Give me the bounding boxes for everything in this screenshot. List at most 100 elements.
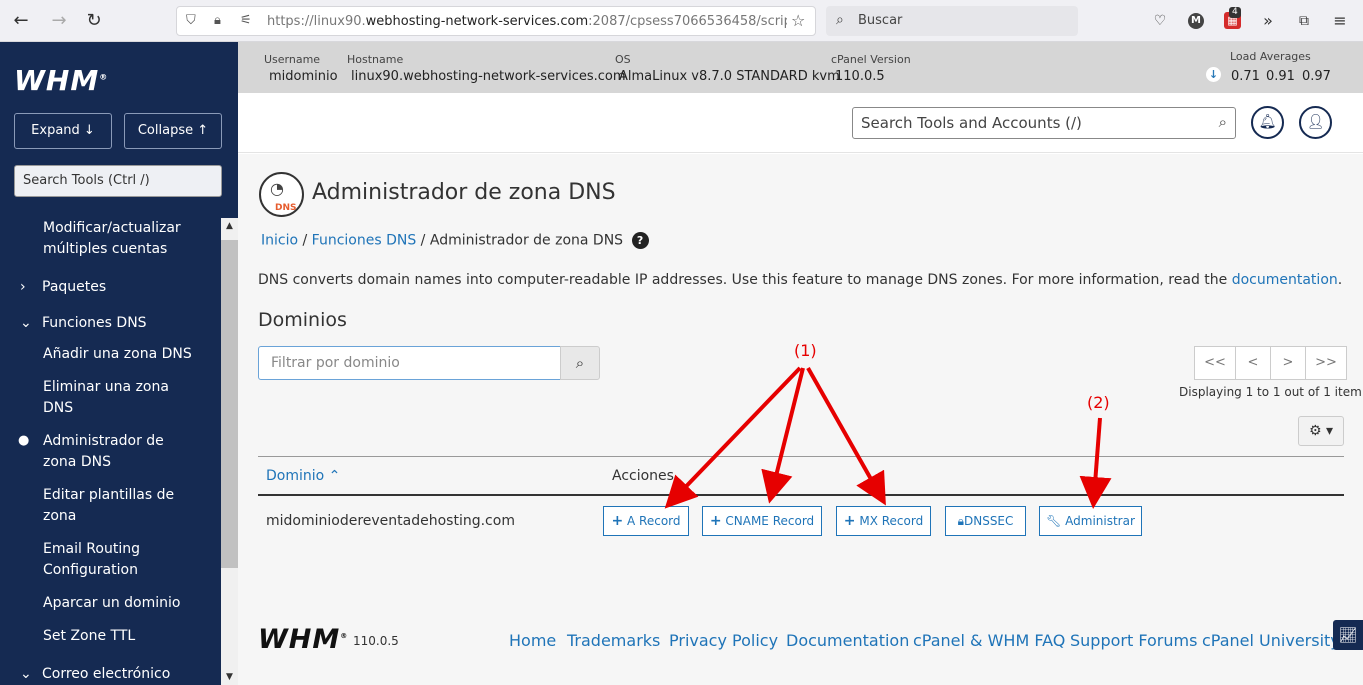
address-bar[interactable]: ⛉ 🔒︎ ⚟ https://linux90.webhosting-networ… xyxy=(176,6,816,36)
sidebar-item-eliminar-zona[interactable]: Eliminar una zona DNS xyxy=(43,377,183,419)
load-15: 0.97 xyxy=(1302,69,1331,84)
footer-link-faq[interactable]: cPanel & WHM FAQ xyxy=(913,631,1065,650)
sidebar: WHM® Expand ↓ Collapse ↑ Search Tools (C… xyxy=(0,42,238,685)
annotation-label-1: (1) xyxy=(794,341,817,360)
dns-zone-logo: ◔ DNS xyxy=(259,172,304,217)
column-header-dominio[interactable]: Dominio ⌃ xyxy=(266,468,340,484)
footer-link-privacy[interactable]: Privacy Policy xyxy=(669,631,778,650)
back-arrow-icon[interactable]: ← xyxy=(9,9,33,33)
chevron-down-icon: ⌄ xyxy=(20,666,32,682)
last-page-button[interactable]: >> xyxy=(1305,346,1347,380)
a-record-button[interactable]: + A Record xyxy=(603,506,689,536)
sidebar-item-anadir-zona[interactable]: Añadir una zona DNS xyxy=(43,344,213,365)
footer-link-home[interactable]: Home xyxy=(509,631,556,650)
table-header-divider xyxy=(258,494,1344,496)
breadcrumb-home-link[interactable]: Inicio xyxy=(261,233,298,249)
scroll-down-icon[interactable]: ▼ xyxy=(221,669,238,685)
sidebar-item-administrador-zona[interactable]: Administrador de zona DNS xyxy=(43,431,183,473)
os-value: AlmaLinux v8.7.0 STANDARD kvm xyxy=(619,69,840,84)
extensions-puzzle-icon[interactable]: ⧉ xyxy=(1294,11,1314,31)
help-question-icon[interactable]: ? xyxy=(631,232,649,249)
page-title: Administrador de zona DNS xyxy=(312,180,616,205)
sidebar-item-aparcar-dominio[interactable]: Aparcar un dominio xyxy=(43,593,213,614)
gear-icon: ⚙ xyxy=(1308,423,1322,439)
breadcrumb-funciones-dns-link[interactable]: Funciones DNS xyxy=(312,233,417,249)
dns-logo-text: DNS xyxy=(275,203,297,213)
header-bar: Search Tools and Accounts (/) ⌕ 🔔︎ 👤︎ xyxy=(238,93,1363,153)
chevron-down-icon: ⌄ xyxy=(20,315,32,331)
permissions-icon[interactable]: ⚟ xyxy=(240,13,252,28)
plus-icon: + xyxy=(709,513,722,529)
settings-gear-button[interactable]: ⚙ ▾ xyxy=(1298,416,1344,446)
footer-version: 110.0.5 xyxy=(353,634,399,648)
sidebar-nav: Modificar/actualizar múltiples cuentas ›… xyxy=(0,218,221,685)
lock-icon[interactable]: 🔒︎ xyxy=(214,13,221,28)
chevron-right-icon: › xyxy=(20,279,26,295)
sidebar-item-set-zone-ttl[interactable]: Set Zone TTL xyxy=(43,626,213,647)
load-down-arrow-icon: ↓ xyxy=(1206,67,1221,82)
scrollbar-thumb[interactable] xyxy=(221,240,238,568)
load-averages-label: Load Averages xyxy=(1230,50,1311,63)
sidebar-item-editar-plantillas[interactable]: Editar plantillas de zona xyxy=(43,485,183,527)
user-profile-icon[interactable]: 👤︎ xyxy=(1299,106,1332,139)
reload-icon[interactable]: ↻ xyxy=(82,9,106,33)
documentation-link[interactable]: documentation xyxy=(1232,272,1338,288)
dns-signal-icon: ◔ xyxy=(270,179,284,198)
hostname-label: Hostname xyxy=(347,53,404,66)
menu-hamburger-icon[interactable]: ≡ xyxy=(1330,11,1350,31)
section-title: Dominios xyxy=(258,309,347,331)
sidebar-scrollbar[interactable]: ▲ ▼ xyxy=(221,218,238,685)
plus-icon: + xyxy=(611,513,624,529)
sidebar-search-input[interactable]: Search Tools (Ctrl /) xyxy=(14,165,222,197)
domain-filter-input[interactable]: Filtrar por dominio xyxy=(258,346,561,380)
sidebar-group-funciones-dns[interactable]: ⌄ Funciones DNS xyxy=(20,315,147,331)
administrar-button[interactable]: 🔧︎ Administrar xyxy=(1039,506,1142,536)
sidebar-group-correo[interactable]: ⌄ Correo electrónico xyxy=(20,666,170,682)
dnssec-button[interactable]: 🔒︎DNSSEC xyxy=(945,506,1026,536)
load-1: 0.71 xyxy=(1231,69,1260,84)
footer-link-documentation[interactable]: Documentation xyxy=(786,631,909,650)
scroll-up-icon[interactable]: ▲ xyxy=(221,218,238,234)
search-tools-input[interactable]: Search Tools and Accounts (/) ⌕ xyxy=(852,107,1236,139)
search-icon[interactable]: ⌕ xyxy=(1219,113,1227,131)
search-icon[interactable]: ⌕ xyxy=(560,346,600,380)
mx-record-button[interactable]: + MX Record xyxy=(836,506,931,536)
first-page-button[interactable]: << xyxy=(1194,346,1236,380)
footer-whm-logo[interactable]: WHM® xyxy=(258,624,348,655)
prev-page-button[interactable]: < xyxy=(1235,346,1271,380)
analytics-chart-icon[interactable]: 📈︎ xyxy=(1333,620,1363,650)
username-label: Username xyxy=(264,53,321,66)
load-5: 0.91 xyxy=(1266,69,1295,84)
sort-up-icon: ⌃ xyxy=(328,468,341,484)
expand-button[interactable]: Expand ↓ xyxy=(14,113,112,149)
cpanel-version-label: cPanel Version xyxy=(831,53,911,66)
shield-icon[interactable]: ⛉ xyxy=(186,13,196,28)
notifications-bell-icon[interactable]: 🔔︎ xyxy=(1251,106,1284,139)
sidebar-item-modificar-multiples-cuentas[interactable]: Modificar/actualizar múltiples cuentas xyxy=(43,218,213,260)
url-text: https://linux90.webhosting-network-servi… xyxy=(267,14,787,29)
overflow-chevron-icon[interactable]: » xyxy=(1258,11,1278,31)
next-page-button[interactable]: > xyxy=(1270,346,1306,380)
footer-link-trademarks[interactable]: Trademarks xyxy=(567,631,660,650)
search-icon: ⌕ xyxy=(836,12,844,28)
bookmark-star-icon[interactable]: ☆ xyxy=(791,11,805,30)
column-header-acciones: Acciones xyxy=(612,468,674,484)
footer-link-forums[interactable]: Support Forums xyxy=(1070,631,1197,650)
extension-badge: 4 xyxy=(1229,7,1241,18)
pocket-icon[interactable]: ♡ xyxy=(1150,11,1170,31)
whm-logo[interactable]: WHM® xyxy=(14,64,108,97)
forward-arrow-icon[interactable]: → xyxy=(47,9,71,33)
server-info-bar: Username midominio Hostname linux90.webh… xyxy=(238,42,1363,93)
cname-record-button[interactable]: + CNAME Record xyxy=(702,506,822,536)
browser-search-bar[interactable]: ⌕ Buscar xyxy=(826,6,1078,36)
account-m-icon[interactable]: M xyxy=(1188,13,1204,29)
footer-link-university[interactable]: cPanel University xyxy=(1202,631,1340,650)
browser-search-placeholder: Buscar xyxy=(858,13,903,28)
table-row-domain: midominiodereventadehosting.com xyxy=(266,513,515,529)
pagination: << < > >> xyxy=(1194,346,1347,380)
sidebar-group-paquetes[interactable]: › Paquetes xyxy=(20,279,106,295)
cpanel-version-value: 110.0.5 xyxy=(835,69,885,84)
displaying-count: Displaying 1 to 1 out of 1 item xyxy=(1179,385,1362,399)
sidebar-item-email-routing[interactable]: Email Routing Configuration xyxy=(43,539,163,581)
collapse-button[interactable]: Collapse ↑ xyxy=(124,113,222,149)
